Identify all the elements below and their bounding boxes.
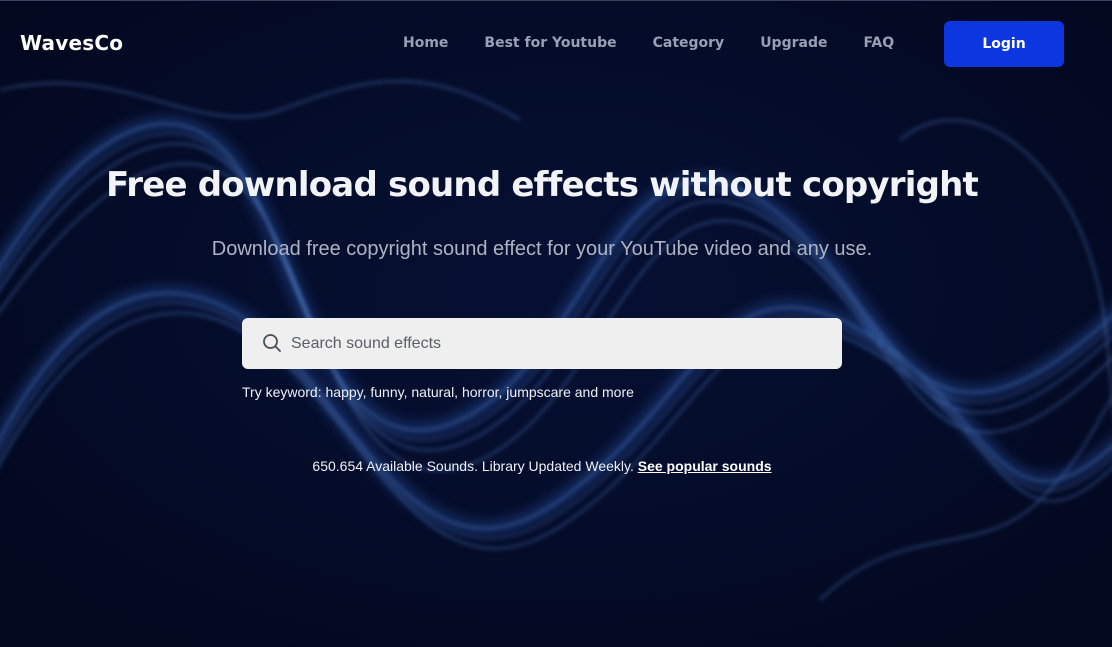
see-popular-sounds-link[interactable]: See popular sounds: [638, 458, 772, 474]
nav-menu: Home Best for Youtube Category Upgrade F…: [403, 35, 894, 51]
nav-link-category[interactable]: Category: [653, 35, 725, 51]
nav-link-upgrade[interactable]: Upgrade: [760, 35, 827, 51]
library-stats: 650.654 Available Sounds. Library Update…: [0, 458, 1084, 474]
page: WavesCo Home Best for Youtube Category U…: [0, 0, 1112, 647]
nav-link-best-for-youtube[interactable]: Best for Youtube: [484, 35, 616, 51]
library-stats-text: 650.654 Available Sounds. Library Update…: [312, 458, 638, 474]
nav-link-home[interactable]: Home: [403, 35, 448, 51]
keyword-suggestions: Try keyword: happy, funny, natural, horr…: [242, 384, 634, 400]
search-input[interactable]: [291, 318, 821, 369]
search-icon: [263, 334, 281, 352]
hero-subtitle: Download free copyright sound effect for…: [211, 238, 873, 260]
login-button[interactable]: Login: [944, 21, 1064, 67]
navbar: WavesCo Home Best for Youtube Category U…: [0, 0, 1112, 88]
nav-link-faq[interactable]: FAQ: [863, 35, 894, 51]
hero-title: Free download sound effects without copy…: [106, 165, 979, 205]
search-box[interactable]: [242, 318, 842, 369]
logo[interactable]: WavesCo: [20, 31, 123, 55]
